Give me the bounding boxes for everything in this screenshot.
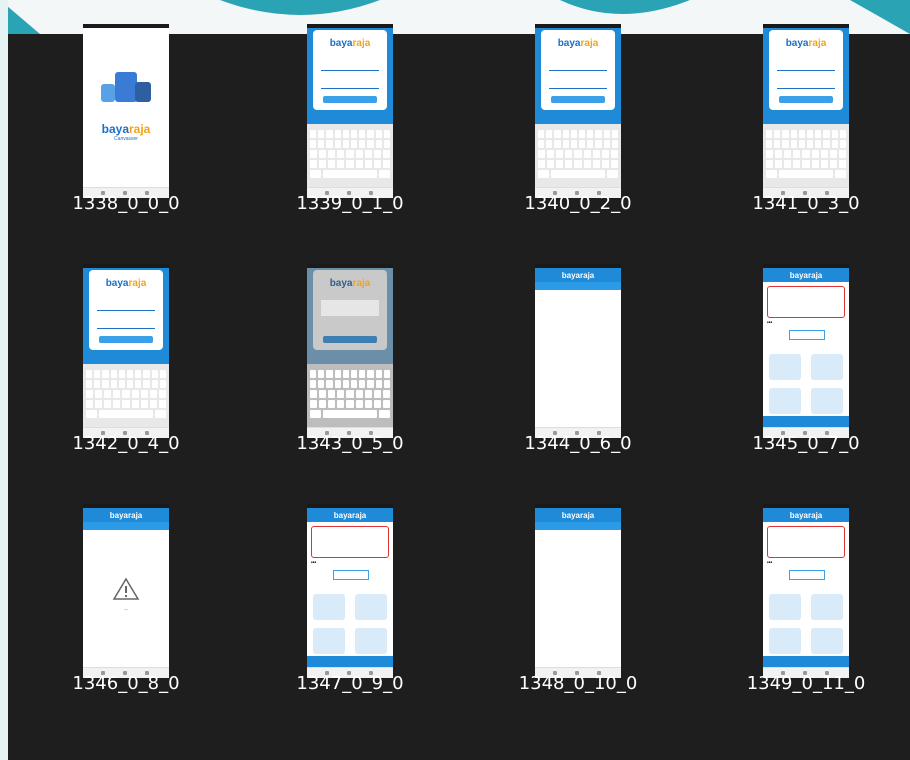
screenshot-thumbnail: bayaraja [535, 264, 621, 438]
file-item[interactable]: bayaraja 1339_0_1_0 [275, 0, 425, 235]
file-name-label: 1346_0_8_0 [72, 673, 180, 694]
file-item[interactable]: bayaraja 1341_0_3_0 [731, 0, 881, 235]
screenshot-thumbnail: bayaraja — [83, 504, 169, 678]
warning-icon [112, 577, 140, 600]
file-item[interactable]: bayaraja 1348_0_10_0 [503, 480, 653, 715]
file-item[interactable]: bayaraja 1343_0_5_0 [275, 240, 425, 475]
file-item[interactable]: bayaraja ••• 1349_0_11_0 [731, 480, 881, 715]
screenshot-thumbnail: bayaraja Canvasser [83, 24, 169, 198]
screenshot-thumbnail: bayaraja [83, 264, 169, 438]
screenshot-thumbnail: bayaraja ••• [763, 504, 849, 678]
screenshot-thumbnail: bayaraja ••• [307, 504, 393, 678]
screenshot-thumbnail: bayaraja ••• [763, 264, 849, 438]
file-item[interactable]: bayaraja 1344_0_6_0 [503, 240, 653, 475]
file-name-label: 1344_0_6_0 [524, 433, 632, 454]
file-name-label: 1339_0_1_0 [296, 193, 404, 214]
file-name-label: 1345_0_7_0 [752, 433, 860, 454]
screenshot-thumbnail: bayaraja [307, 24, 393, 198]
screenshot-thumbnail: bayaraja [535, 504, 621, 678]
file-item[interactable]: bayaraja Canvasser 1338_0_0_0 [51, 0, 201, 235]
file-name-label: 1338_0_0_0 [72, 193, 180, 214]
file-name-label: 1340_0_2_0 [524, 193, 632, 214]
file-thumbnail-grid: bayaraja Canvasser 1338_0_0_0 bayaraja 1… [8, 0, 910, 760]
file-item[interactable]: bayaraja — 1346_0_8_0 [51, 480, 201, 715]
screenshot-thumbnail: bayaraja [763, 24, 849, 198]
file-name-label: 1342_0_4_0 [72, 433, 180, 454]
file-item[interactable]: bayaraja 1342_0_4_0 [51, 240, 201, 475]
file-item[interactable]: bayaraja 1340_0_2_0 [503, 0, 653, 235]
file-name-label: 1343_0_5_0 [296, 433, 404, 454]
file-item[interactable]: bayaraja ••• 1347_0_9_0 [275, 480, 425, 715]
screenshot-thumbnail: bayaraja [535, 24, 621, 198]
file-name-label: 1349_0_11_0 [746, 673, 866, 694]
file-item[interactable]: bayaraja ••• 1345_0_7_0 [731, 240, 881, 475]
left-edge-strip [0, 0, 8, 760]
file-name-label: 1347_0_9_0 [296, 673, 404, 694]
file-name-label: 1348_0_10_0 [518, 673, 638, 694]
file-name-label: 1341_0_3_0 [752, 193, 860, 214]
screenshot-thumbnail: bayaraja [307, 264, 393, 438]
